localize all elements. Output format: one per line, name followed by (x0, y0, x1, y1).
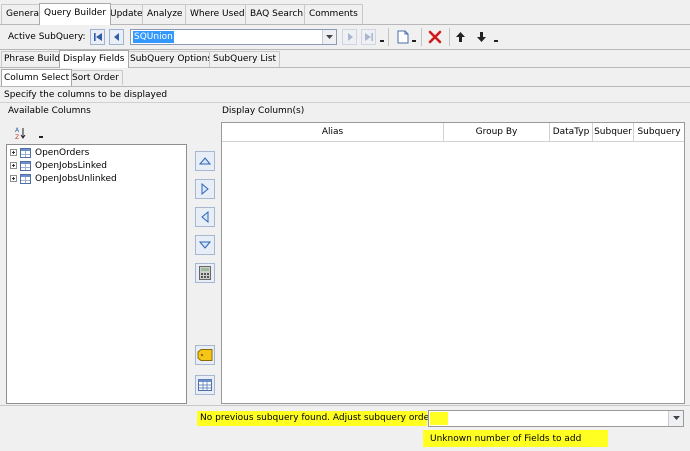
nav-overflow-chevron[interactable] (380, 40, 384, 42)
svg-text:Z: Z (15, 134, 19, 140)
status-message: No previous subquery found. Adjust subqu… (200, 413, 437, 423)
tag-icon (197, 349, 213, 361)
active-subquery-value: SQUnion (133, 31, 174, 43)
tab-baq-search[interactable]: BAQ Search (245, 4, 309, 24)
move-column-down-button[interactable] (195, 235, 215, 255)
last-icon (364, 33, 373, 41)
inner-tab-bar: Column Select Sort Order (0, 69, 690, 86)
up-arrow-icon (199, 157, 211, 165)
delete-icon (428, 30, 442, 44)
svg-text:A: A (15, 127, 20, 134)
delete-button[interactable] (428, 30, 442, 47)
move-up-icon (456, 32, 465, 42)
next-icon (347, 33, 353, 41)
new-button[interactable] (397, 30, 409, 47)
tab-comments[interactable]: Comments (304, 4, 363, 24)
table-grid-icon (198, 379, 212, 391)
tab-display-fields[interactable]: Display Fields (59, 50, 129, 68)
display-columns-label: Display Column(s) (222, 106, 305, 116)
tab-column-select[interactable]: Column Select (1, 69, 73, 86)
tab-analyze[interactable]: Analyze (142, 4, 188, 24)
tab-subquery-options[interactable]: SubQuery Options (126, 51, 217, 67)
table-icon (20, 147, 31, 158)
table-grid-button[interactable] (195, 375, 215, 395)
left-arrow-icon (201, 211, 209, 223)
subtab-bar: Phrase Build Display Fields SubQuery Opt… (0, 50, 690, 68)
fields-count-note: Unknown number of Fields to add (430, 434, 582, 444)
column-header-alias[interactable]: Alias (222, 123, 444, 141)
tag-button[interactable] (195, 345, 215, 365)
tree-item-openjobslinked[interactable]: OpenJobsLinked (10, 159, 107, 172)
new-dropdown-chevron[interactable] (412, 40, 416, 42)
combo-dropdown-button[interactable] (322, 30, 336, 44)
instruction-text: Specify the columns to be displayed (4, 90, 168, 100)
tab-phrase-build[interactable]: Phrase Build (1, 51, 64, 67)
move-column-up-button[interactable] (195, 151, 215, 171)
table-icon (20, 173, 31, 184)
chevron-down-icon (672, 416, 680, 420)
toolbar-overflow-chevron[interactable] (494, 40, 498, 42)
add-column-button[interactable] (195, 179, 215, 199)
first-button[interactable] (90, 29, 105, 45)
available-columns-label: Available Columns (8, 106, 91, 116)
tree-item-openjobsunlinked[interactable]: OpenJobsUnlinked (10, 172, 117, 185)
sort-az-icon: A Z (15, 127, 43, 141)
table-icon (20, 160, 31, 171)
prev-icon (113, 33, 119, 41)
active-subquery-label: Active SubQuery: (8, 32, 86, 42)
expand-icon[interactable] (10, 162, 17, 169)
first-icon (93, 33, 102, 41)
column-header-datatype[interactable]: DataTyp (550, 123, 593, 141)
tab-subquery-list[interactable]: SubQuery List (209, 51, 281, 67)
column-header-subquery-2[interactable]: Subquery (634, 123, 684, 141)
new-icon (397, 30, 409, 44)
expand-icon[interactable] (10, 175, 17, 182)
tab-query-builder[interactable]: Query Builder (39, 3, 112, 25)
right-arrow-icon (201, 183, 209, 195)
column-header-group-by[interactable]: Group By (444, 123, 550, 141)
tree-item-label: OpenOrders (35, 147, 90, 158)
tree-item-openorders[interactable]: OpenOrders (10, 146, 89, 159)
tree-item-label: OpenJobsLinked (35, 160, 107, 171)
tab-sort-order[interactable]: Sort Order (68, 70, 123, 85)
down-arrow-icon (199, 241, 211, 249)
calculated-field-button[interactable] (195, 263, 215, 283)
tree-item-label: OpenJobsUnlinked (35, 173, 117, 184)
combo-highlight (430, 412, 448, 425)
display-columns-grid[interactable]: Alias Group By DataTyp Subquer Subquery (221, 122, 685, 404)
combo-dropdown-button[interactable] (668, 411, 683, 426)
column-header-subquery-1[interactable]: Subquer (593, 123, 634, 141)
expand-icon[interactable] (10, 149, 17, 156)
tab-where-used[interactable]: Where Used (185, 4, 250, 24)
available-columns-tree[interactable]: OpenOrders OpenJobsLinked OpenJobsUnlink… (6, 144, 187, 404)
top-tab-bar: General Query Builder Update Analyze Whe… (0, 3, 690, 25)
sort-az-button[interactable]: A Z (14, 126, 44, 141)
chevron-down-icon (326, 34, 333, 39)
active-subquery-combo[interactable]: SQUnion (130, 29, 337, 45)
calculator-icon (199, 266, 211, 280)
move-down-button[interactable] (477, 32, 486, 45)
next-button[interactable] (342, 29, 357, 45)
move-down-icon (477, 32, 486, 42)
remove-column-button[interactable] (195, 207, 215, 227)
grid-header: Alias Group By DataTyp Subquer Subquery (222, 123, 684, 142)
last-button[interactable] (361, 29, 376, 45)
prev-button[interactable] (109, 29, 124, 45)
subquery-order-combo[interactable] (428, 410, 684, 427)
move-up-button[interactable] (456, 32, 465, 45)
